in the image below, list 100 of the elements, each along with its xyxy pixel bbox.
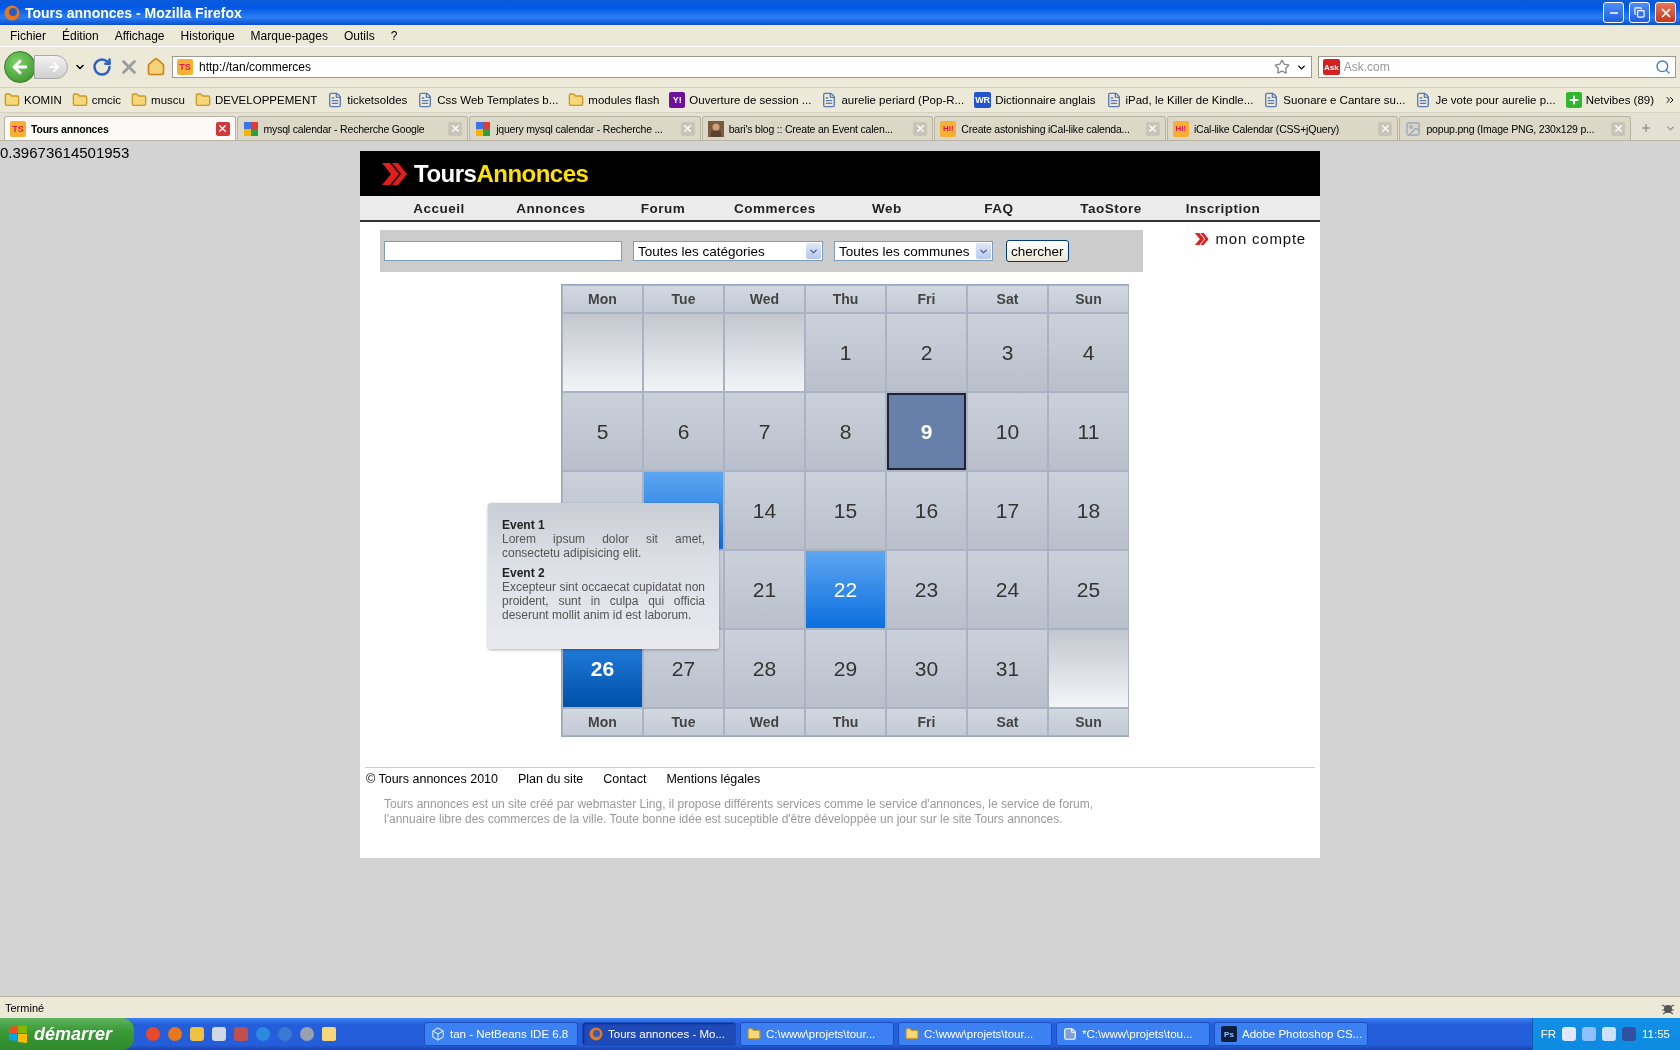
site-logo[interactable]: ToursAnnonces bbox=[414, 159, 589, 188]
close-tab-button[interactable] bbox=[215, 121, 230, 136]
bookmark[interactable]: modules flash bbox=[568, 92, 660, 108]
day-cell[interactable]: 21 bbox=[724, 550, 805, 629]
bookmark[interactable]: Netvibes (89) bbox=[1565, 92, 1655, 108]
commune-select[interactable]: Toutes les communes bbox=[834, 241, 993, 261]
footer-link[interactable]: Mentions légales bbox=[666, 772, 761, 786]
search-button[interactable]: chercher bbox=[1006, 240, 1069, 262]
bookmark[interactable]: muscu bbox=[131, 92, 185, 108]
day-cell[interactable]: 6 bbox=[643, 392, 724, 471]
back-button[interactable] bbox=[4, 51, 36, 83]
nav-link[interactable]: Annonces bbox=[495, 200, 607, 216]
day-cell[interactable]: 7 bbox=[724, 392, 805, 471]
tray-icon[interactable] bbox=[1562, 1027, 1577, 1041]
day-cell[interactable]: 24 bbox=[967, 550, 1048, 629]
reload-icon[interactable] bbox=[92, 57, 112, 77]
quick-launch-icon[interactable] bbox=[212, 1027, 226, 1041]
bookmark[interactable]: Css Web Templates b... bbox=[417, 92, 559, 108]
menu-item[interactable]: Édition bbox=[54, 28, 107, 43]
search-icon[interactable] bbox=[1655, 59, 1671, 75]
day-cell[interactable]: 30 bbox=[886, 629, 967, 708]
nav-link[interactable]: Accueil bbox=[383, 200, 495, 216]
day-cell[interactable]: 9 bbox=[886, 392, 967, 471]
nav-link[interactable]: Forum bbox=[607, 200, 719, 216]
bookmark[interactable]: ticketsoldes bbox=[327, 92, 408, 108]
bookmark[interactable]: WR Dictionnaire anglais bbox=[974, 92, 1096, 108]
quick-launch-icon[interactable] bbox=[168, 1027, 182, 1041]
tray-icon[interactable] bbox=[1622, 1027, 1637, 1041]
menu-item[interactable]: Outils bbox=[335, 28, 383, 43]
taskbar-button[interactable]: C:\www\projets\tour... bbox=[898, 1022, 1052, 1046]
day-cell[interactable]: 2 bbox=[886, 313, 967, 392]
new-tab-icon[interactable] bbox=[1640, 122, 1653, 134]
day-cell[interactable]: 3 bbox=[967, 313, 1048, 392]
nav-link[interactable]: Web bbox=[831, 200, 943, 216]
quick-launch-icon[interactable] bbox=[146, 1027, 160, 1041]
quick-launch-icon[interactable] bbox=[234, 1027, 248, 1041]
browser-tab[interactable]: Hi! Create astonishing iCal-like calenda... bbox=[934, 116, 1166, 140]
day-cell[interactable]: 14 bbox=[724, 471, 805, 550]
day-cell[interactable]: 31 bbox=[967, 629, 1048, 708]
menu-item[interactable]: Affichage bbox=[106, 28, 173, 43]
minimize-button[interactable] bbox=[1603, 2, 1624, 23]
start-button[interactable]: démarrer bbox=[0, 1018, 134, 1050]
taskbar-button[interactable]: Tours annonces - Mo... bbox=[582, 1022, 736, 1046]
day-cell[interactable]: 4 bbox=[1048, 313, 1129, 392]
browser-tab[interactable]: jquery mysql calendar - Recherche ... bbox=[469, 116, 701, 140]
footer-link[interactable]: Plan du site bbox=[518, 772, 584, 786]
account-link[interactable]: mon compte bbox=[1194, 230, 1306, 247]
browser-tab[interactable]: TS Tours annonces bbox=[4, 116, 236, 140]
footer-link[interactable]: Contact bbox=[603, 772, 647, 786]
nav-link[interactable]: TaoStore bbox=[1055, 200, 1167, 216]
quick-launch-icon[interactable] bbox=[256, 1027, 270, 1041]
taskbar-button[interactable]: tan - NetBeans IDE 6.8 bbox=[424, 1022, 578, 1046]
day-cell[interactable]: 16 bbox=[886, 471, 967, 550]
day-cell[interactable]: 8 bbox=[805, 392, 886, 471]
nav-link[interactable]: FAQ bbox=[943, 200, 1055, 216]
day-cell[interactable]: 29 bbox=[805, 629, 886, 708]
day-cell[interactable]: 22 bbox=[805, 550, 886, 629]
tray-icon[interactable] bbox=[1602, 1027, 1617, 1041]
quick-launch-icon[interactable] bbox=[322, 1027, 336, 1041]
address-field[interactable]: TS http://tan/commerces bbox=[172, 56, 1312, 78]
day-cell[interactable]: 28 bbox=[724, 629, 805, 708]
taskbar-button[interactable]: C:\www\projets\tour... bbox=[740, 1022, 894, 1046]
day-cell[interactable]: 1 bbox=[805, 313, 886, 392]
browser-tab[interactable]: bari's blog :: Create an Event calen... bbox=[701, 116, 934, 140]
day-cell[interactable]: 15 bbox=[805, 471, 886, 550]
quick-launch-icon[interactable] bbox=[190, 1027, 204, 1041]
nav-link[interactable]: Inscription bbox=[1167, 200, 1279, 216]
search-field[interactable]: Ask Ask.com bbox=[1318, 56, 1676, 78]
star-icon[interactable] bbox=[1274, 59, 1290, 75]
restore-button[interactable] bbox=[1629, 2, 1650, 23]
bookmark[interactable]: aurelie periard (Pop-R... bbox=[821, 92, 965, 108]
bookmark[interactable]: Y! Ouverture de session ... bbox=[669, 92, 812, 108]
day-cell[interactable]: 10 bbox=[967, 392, 1048, 471]
day-cell[interactable]: 11 bbox=[1048, 392, 1129, 471]
day-cell[interactable]: 25 bbox=[1048, 550, 1129, 629]
menu-item[interactable]: ? bbox=[382, 28, 406, 43]
search-input[interactable]: Ask.com bbox=[1343, 60, 1651, 74]
forward-button[interactable] bbox=[34, 55, 68, 79]
day-cell[interactable]: 23 bbox=[886, 550, 967, 629]
close-button[interactable] bbox=[1655, 2, 1676, 23]
quick-launch-icon[interactable] bbox=[300, 1027, 314, 1041]
nav-link[interactable]: Commerces bbox=[719, 200, 831, 216]
tray-icon[interactable] bbox=[1582, 1027, 1597, 1041]
bookmark[interactable]: cmcic bbox=[71, 92, 122, 108]
keyword-input[interactable] bbox=[384, 241, 622, 261]
bookmark[interactable]: DEVELOPPEMENT bbox=[194, 92, 318, 108]
quick-launch-icon[interactable] bbox=[278, 1027, 292, 1041]
tab-list-icon[interactable] bbox=[1665, 123, 1676, 134]
bookmark[interactable]: KOMIN bbox=[4, 92, 62, 108]
bookmark[interactable]: Je vote pour aurelie p... bbox=[1415, 92, 1556, 108]
bookmark[interactable]: iPad, le Killer de Kindle... bbox=[1105, 92, 1254, 108]
taskbar-button[interactable]: Ps Adobe Photoshop CS... bbox=[1214, 1022, 1368, 1046]
day-cell[interactable]: 5 bbox=[562, 392, 643, 471]
category-select[interactable]: Toutes les catégories bbox=[633, 241, 823, 261]
browser-tab[interactable]: Hi! iCal-like Calendar (CSS+jQuery) bbox=[1166, 116, 1399, 140]
day-cell[interactable]: 17 bbox=[967, 471, 1048, 550]
menu-item[interactable]: Historique bbox=[172, 28, 243, 43]
taskbar-button[interactable]: *C:\www\projets\tou... bbox=[1056, 1022, 1210, 1046]
browser-tab[interactable]: mysql calendar - Recherche Google bbox=[236, 116, 469, 140]
menu-item[interactable]: Fichier bbox=[2, 28, 54, 43]
